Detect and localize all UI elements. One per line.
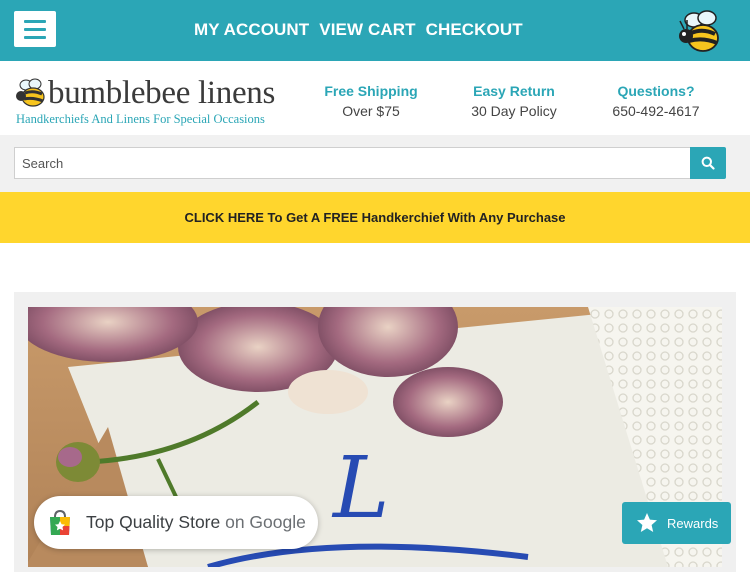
my-account-link[interactable]: MY ACCOUNT — [194, 20, 309, 40]
rewards-label: Rewards — [667, 515, 719, 531]
google-top-quality-store-badge[interactable]: Top Quality Store on Google — [34, 496, 318, 549]
google-badge-text: Top Quality Store on Google — [86, 512, 306, 532]
google-shopping-icon — [50, 509, 70, 535]
top-navigation-bar: MY ACCOUNT VIEW CART CHECKOUT — [0, 0, 750, 61]
promo-text: CLICK HERE To Get A FREE Handkerchief Wi… — [184, 210, 566, 225]
svg-text:L: L — [331, 439, 389, 538]
search-input[interactable] — [14, 147, 691, 179]
free-handkerchief-promo-banner[interactable]: CLICK HERE To Get A FREE Handkerchief Wi… — [0, 192, 750, 243]
search-bar — [0, 135, 750, 192]
info-detail: Over $75 — [342, 103, 400, 119]
info-detail: 30 Day Policy — [471, 103, 557, 119]
checkout-link[interactable]: CHECKOUT — [426, 20, 523, 40]
view-cart-link[interactable]: VIEW CART — [319, 20, 415, 40]
info-heading: Easy Return — [473, 83, 555, 99]
phone-number-link[interactable]: 650-492-4617 — [591, 100, 721, 122]
easy-return-info: Easy Return 30 Day Policy — [449, 83, 579, 122]
free-shipping-info: Free Shipping Over $75 — [306, 83, 436, 122]
star-icon — [637, 513, 657, 532]
site-header: bumblebee linens Handkerchiefs And Linen… — [0, 61, 750, 135]
search-icon — [701, 156, 715, 170]
hamburger-icon — [24, 19, 46, 23]
info-heading: Free Shipping — [324, 83, 418, 99]
info-heading: Questions? — [617, 83, 695, 99]
questions-info: Questions? 650-492-4617 — [591, 83, 721, 122]
search-button[interactable] — [690, 147, 726, 179]
rewards-button[interactable]: Rewards — [622, 502, 731, 544]
logo-title: bumblebee linens — [48, 75, 276, 111]
hamburger-menu-button[interactable] — [14, 11, 56, 47]
site-logo[interactable]: bumblebee linens Handkerchiefs And Linen… — [14, 75, 289, 127]
account-nav: MY ACCOUNT VIEW CART CHECKOUT — [194, 20, 523, 40]
bee-icon — [679, 10, 719, 52]
bee-logo-icon — [16, 78, 45, 107]
logo-tagline: Handkerchiefs And Linens For Special Occ… — [16, 112, 265, 126]
